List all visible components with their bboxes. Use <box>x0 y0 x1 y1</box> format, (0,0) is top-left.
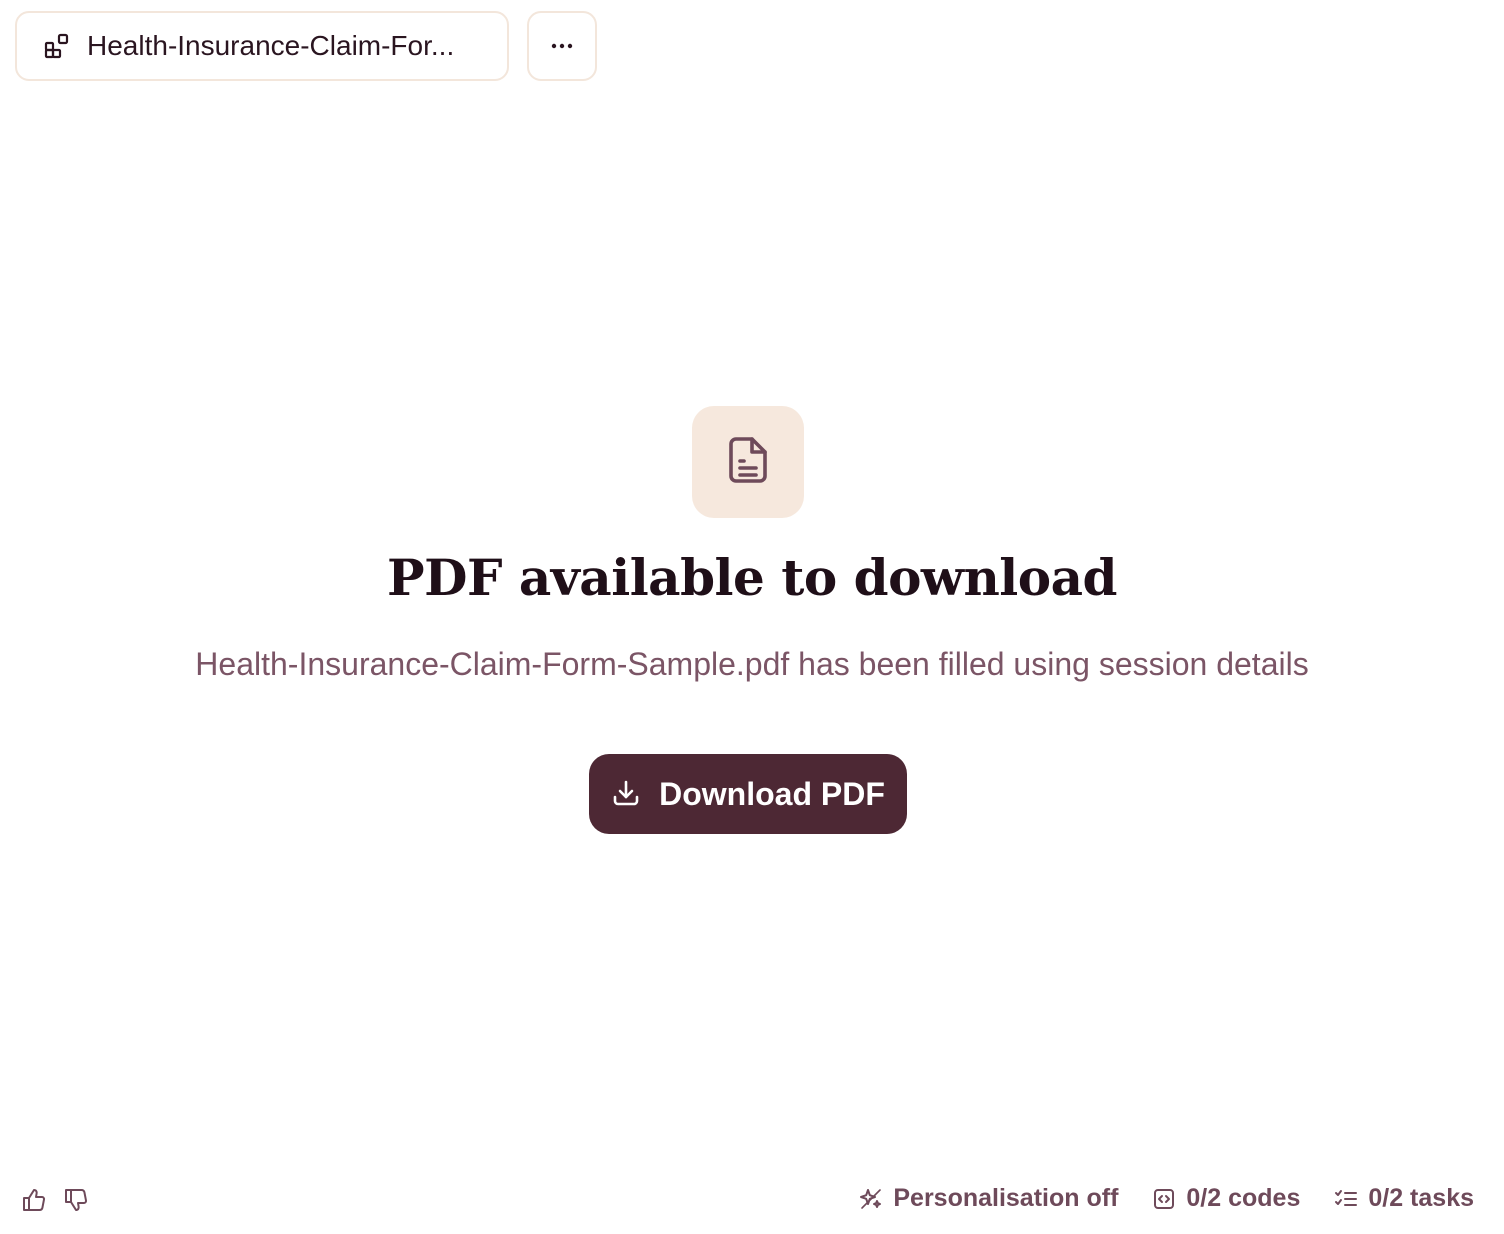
file-text-icon <box>726 435 770 490</box>
page: Health-Insurance-Claim-For... PDF availa… <box>0 0 1504 1234</box>
more-horizontal-icon <box>550 37 574 55</box>
file-badge <box>692 406 804 518</box>
thumbs-down-icon[interactable] <box>62 1186 90 1214</box>
checklist-icon <box>1334 1187 1358 1211</box>
personalisation-label: Personalisation off <box>893 1184 1119 1212</box>
tasks-label: 0/2 tasks <box>1368 1184 1474 1212</box>
download-icon <box>611 778 641 811</box>
thumbs-up-icon[interactable] <box>20 1186 48 1214</box>
tasks-status[interactable]: 0/2 tasks <box>1334 1184 1474 1213</box>
feedback-group <box>20 1186 90 1214</box>
document-tab[interactable]: Health-Insurance-Claim-For... <box>15 11 509 81</box>
download-pdf-button[interactable]: Download PDF <box>589 754 907 834</box>
page-title: PDF available to download <box>386 548 1118 607</box>
codes-status[interactable]: 0/2 codes <box>1152 1184 1300 1213</box>
codes-label: 0/2 codes <box>1186 1184 1301 1212</box>
personalisation-status[interactable]: Personalisation off <box>859 1184 1118 1213</box>
code-icon <box>1152 1187 1176 1211</box>
status-bar: Personalisation off 0/2 codes 0/2 tasks <box>859 1184 1474 1213</box>
document-tab-label: Health-Insurance-Claim-For... <box>87 30 455 61</box>
sparkle-icon <box>859 1187 883 1211</box>
more-options-button[interactable] <box>527 11 597 81</box>
apps-add-icon <box>43 32 71 60</box>
download-pdf-label: Download PDF <box>659 775 885 812</box>
page-subtitle: Health-Insurance-Claim-Form-Sample.pdf h… <box>195 646 1309 682</box>
